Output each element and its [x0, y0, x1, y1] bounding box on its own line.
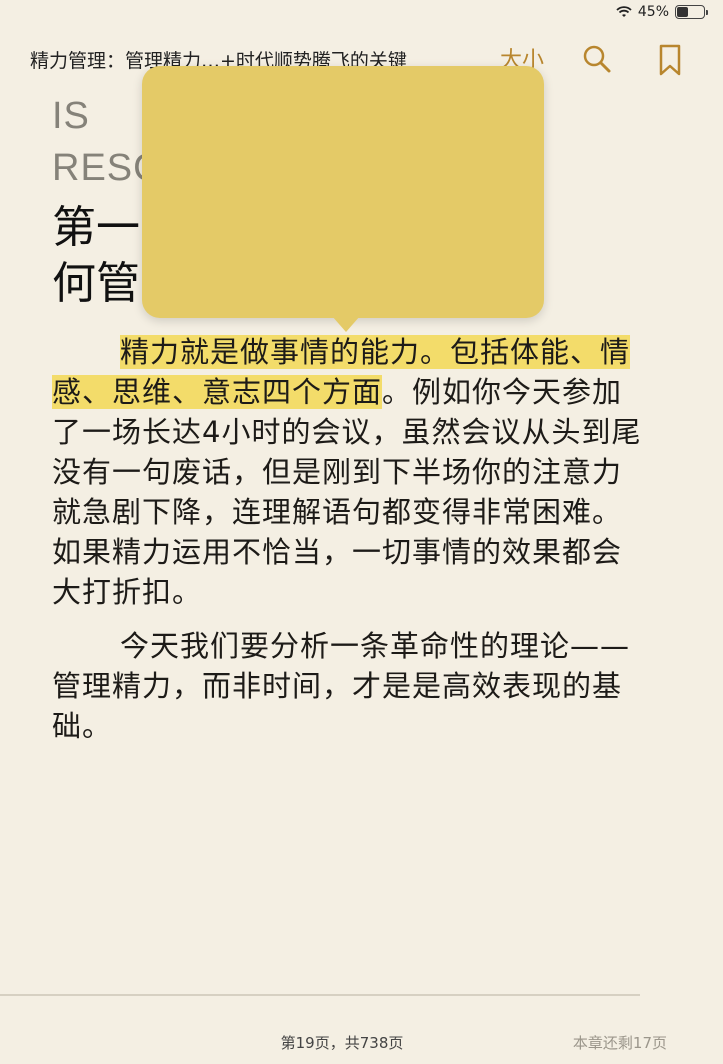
chapter-remaining: 本章还剩17页: [572, 1034, 667, 1052]
bookmark-icon[interactable]: [658, 44, 682, 76]
battery-percent: 45%: [637, 4, 669, 20]
paragraph-2: 今天我们要分析一条革命性的理论——管理精力，而非时间，才是是高效表现的基础。: [52, 629, 631, 743]
search-icon[interactable]: [582, 44, 612, 74]
wifi-icon: [616, 6, 632, 17]
paragraph-1: 精力就是做事情的能力。包括体能、情感、思维、意志四个方面。例如你今天参加了一场长…: [52, 332, 642, 612]
battery-icon: [675, 5, 708, 19]
footer-divider: [0, 994, 640, 996]
highlight-popup[interactable]: [142, 66, 544, 318]
status-bar: 45%: [616, 4, 708, 20]
paragraph-1-rest: 。例如你今天参加了一场长达4小时的会议，虽然会议从头到尾没有一句废话，但是刚到下…: [52, 375, 642, 609]
popup-arrow: [332, 316, 360, 332]
